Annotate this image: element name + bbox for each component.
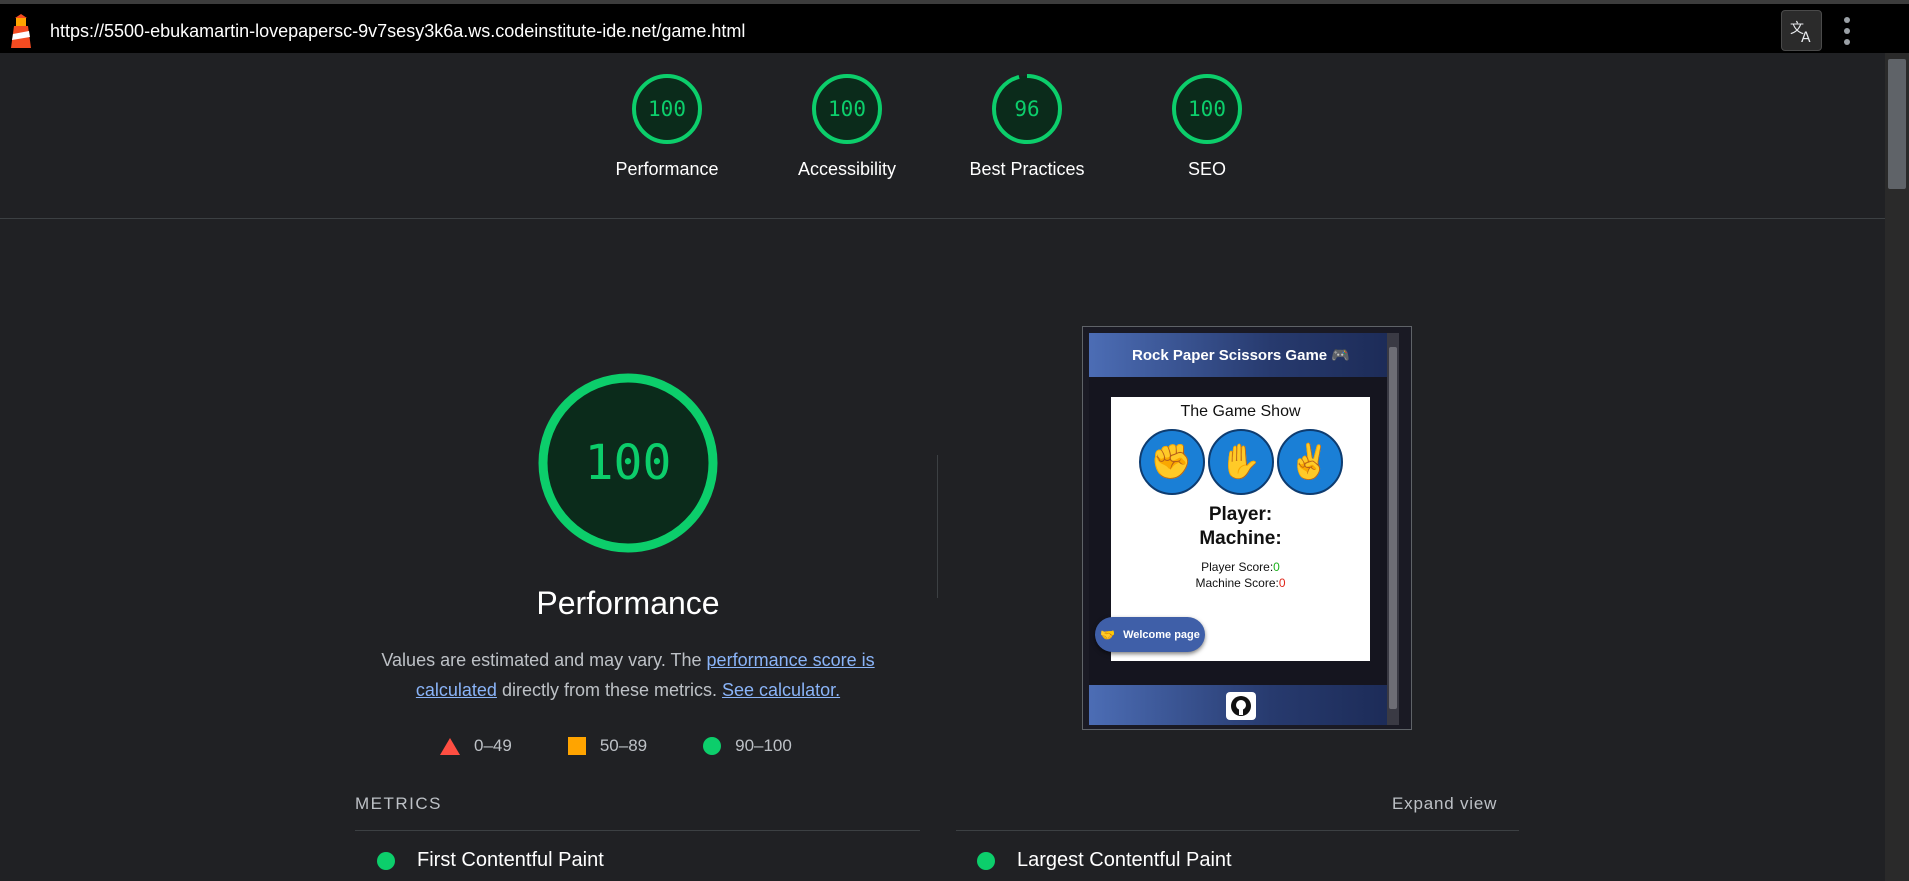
- metric-label: First Contentful Paint: [417, 849, 604, 871]
- page-scroll-thumb[interactable]: [1888, 59, 1906, 189]
- metric-divider: [355, 830, 920, 831]
- pass-circle-icon: [703, 737, 722, 755]
- metric-largest-contentful-paint: Largest Contentful Paint: [977, 849, 1232, 872]
- paper-icon: ✋: [1207, 429, 1274, 495]
- final-screenshot[interactable]: Rock Paper Scissors Game 🎮 The Game Show…: [1082, 326, 1412, 730]
- machine-label: Machine:: [1199, 528, 1282, 549]
- expand-view-toggle[interactable]: Expand view: [1392, 794, 1497, 814]
- legend-range: 50–89: [599, 736, 648, 755]
- gauge-ring: 100: [632, 74, 702, 144]
- player-label: Player:: [1208, 504, 1273, 525]
- gauge-label: SEO: [1187, 159, 1226, 179]
- gauge-ring: 100: [1172, 74, 1242, 144]
- github-icon: [1226, 692, 1256, 720]
- legend-range: 90–100: [735, 736, 792, 755]
- score-scale-legend: 0–49 50–89 90–100: [440, 733, 848, 759]
- section-divider: [937, 455, 938, 598]
- more-dot-icon: [1844, 17, 1850, 23]
- gauge-label: Accessibility: [797, 159, 897, 179]
- game-footer: [1089, 685, 1393, 725]
- gauge-seo[interactable]: 100 SEO: [1117, 73, 1297, 180]
- desc-text: Values are estimated and may vary. The: [381, 650, 707, 670]
- metric-label: Largest Contentful Paint: [1017, 849, 1232, 871]
- gauge-score: 100: [648, 97, 686, 121]
- gauge-accessibility[interactable]: 100 Accessibility: [757, 73, 937, 180]
- screenshot-scroll-thumb: [1389, 347, 1397, 709]
- performance-title: Performance: [536, 585, 720, 621]
- performance-big-gauge: 100: [538, 373, 718, 553]
- player-score-label: Player Score:: [1201, 560, 1274, 574]
- metric-divider: [956, 830, 1519, 831]
- more-dot-icon: [1844, 39, 1850, 45]
- gauge-score: 96: [1014, 97, 1039, 121]
- gauge-best-practices[interactable]: 96 Best Practices: [937, 73, 1117, 180]
- legend-pass: 90–100: [703, 736, 792, 756]
- screenshot-viewport: Rock Paper Scissors Game 🎮 The Game Show…: [1089, 333, 1393, 725]
- legend-average: 50–89: [567, 736, 648, 756]
- legend-fail: 0–49: [440, 736, 512, 756]
- lighthouse-logo-icon: [11, 14, 31, 48]
- average-square-icon: [567, 737, 586, 755]
- report-url[interactable]: https://5500-ebukamartin-lovepapersc-9v7…: [50, 21, 745, 42]
- more-options-button[interactable]: [1832, 12, 1862, 50]
- category-gauges: 100 Performance 100 Accessibility 96 Bes…: [0, 53, 1885, 219]
- gauge-label: Best Practices: [969, 159, 1085, 179]
- pass-circle-icon: [377, 851, 395, 870]
- gauge-ring: 96: [992, 74, 1062, 144]
- machine-score-line: Machine Score:0: [1111, 575, 1370, 591]
- desc-text: directly from these metrics.: [496, 680, 723, 700]
- hand-choices: ✊ ✋ ✌: [1111, 429, 1370, 495]
- see-calculator-link[interactable]: See calculator.: [722, 680, 840, 700]
- game-header: Rock Paper Scissors Game 🎮: [1089, 333, 1393, 377]
- legend-range: 0–49: [474, 736, 512, 755]
- machine-score-label: Machine Score:: [1195, 576, 1279, 590]
- translate-button[interactable]: 文 A: [1781, 10, 1822, 51]
- metrics-heading: METRICS: [355, 794, 442, 813]
- player-score-value: 0: [1273, 560, 1280, 574]
- gauge-label: Performance: [615, 159, 719, 179]
- screenshot-scrollbar: [1387, 333, 1399, 725]
- gauge-performance[interactable]: 100 Performance: [577, 73, 757, 180]
- welcome-page-label: Welcome page: [1123, 628, 1200, 641]
- gauge-score: 100: [1188, 97, 1226, 121]
- rock-icon: ✊: [1138, 429, 1205, 495]
- svg-text:A: A: [1801, 30, 1811, 44]
- scissors-icon: ✌: [1276, 429, 1343, 495]
- gauge-score: 100: [828, 97, 866, 121]
- pass-circle-icon: [977, 851, 995, 870]
- machine-score-value: 0: [1278, 576, 1286, 590]
- handshake-icon: 🤝: [1100, 627, 1116, 642]
- page-scrollbar[interactable]: [1885, 53, 1909, 881]
- performance-score: 100: [585, 435, 672, 491]
- translate-icon: 文 A: [1790, 21, 1811, 44]
- performance-description: Values are estimated and may vary. The p…: [370, 645, 886, 705]
- game-card-title: The Game Show: [1180, 403, 1301, 420]
- lighthouse-report-page: https://5500-ebukamartin-lovepapersc-9v7…: [0, 0, 1909, 881]
- player-score-line: Player Score:0: [1111, 559, 1370, 575]
- gauge-ring: 100: [812, 74, 882, 144]
- welcome-page-button: 🤝 Welcome page: [1095, 617, 1205, 652]
- more-dot-icon: [1844, 28, 1850, 34]
- fail-triangle-icon: [440, 737, 460, 755]
- report-topbar: https://5500-ebukamartin-lovepapersc-9v7…: [0, 0, 1909, 53]
- metric-first-contentful-paint: First Contentful Paint: [377, 849, 604, 872]
